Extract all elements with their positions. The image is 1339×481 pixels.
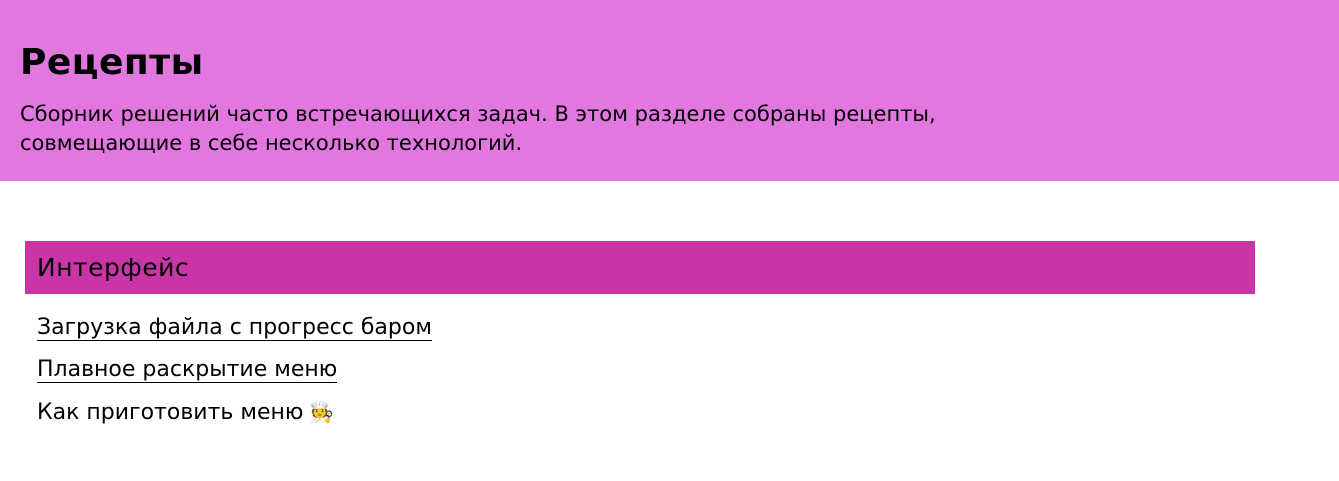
recipe-item-cook-menu: Как приготовить меню	[37, 400, 304, 425]
list-item: Как приготовить меню 🧑‍🍳	[37, 396, 432, 438]
recipe-link-file-upload-progress[interactable]: Загрузка файла с прогресс баром	[37, 315, 432, 341]
page-title: Рецепты	[20, 42, 204, 83]
chef-icon: 🧑‍🍳	[309, 400, 335, 424]
page-header: Рецепты Сборник решений часто встречающи…	[0, 0, 1339, 181]
recipe-list: Загрузка файла с прогресс баром Плавное …	[37, 312, 432, 438]
section-header-interface: Интерфейс	[25, 241, 1255, 294]
list-item: Плавное раскрытие меню	[37, 354, 432, 396]
list-item: Загрузка файла с прогресс баром	[37, 312, 432, 354]
recipe-link-smooth-menu-expand[interactable]: Плавное раскрытие меню	[37, 357, 338, 383]
page-description: Сборник решений часто встречающихся зада…	[20, 102, 936, 155]
section-title: Интерфейс	[37, 253, 190, 282]
